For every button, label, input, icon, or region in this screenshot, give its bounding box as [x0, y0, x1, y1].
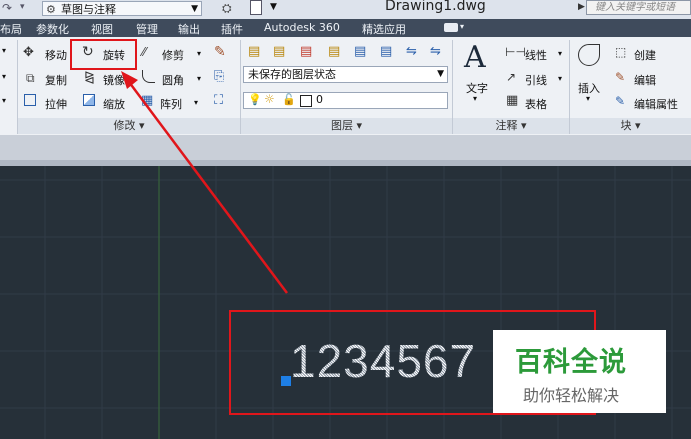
dropdown-arrow-icon[interactable]: ▾ [2, 96, 6, 105]
stretch-button[interactable]: 拉伸 [45, 96, 67, 112]
trim-icon: ⁄⁄ [142, 45, 147, 59]
layer-icon[interactable] [250, 0, 262, 15]
workspace-select[interactable]: ⚙ 草图与注释 ▼ [42, 1, 202, 16]
dropdown-arrow-icon[interactable]: ▾ [2, 72, 6, 81]
tab-autodesk-360[interactable]: Autodesk 360 [264, 21, 340, 34]
copy-button[interactable]: 复制 [45, 72, 67, 88]
tab-manage[interactable]: 管理 [136, 21, 158, 37]
redo-icon[interactable]: ↷ [2, 1, 12, 15]
gear-icon: ⚙ [46, 3, 56, 16]
explode-icon[interactable]: ⎘ [214, 69, 224, 84]
insert-block-icon [578, 44, 600, 66]
layer-name: 0 [316, 93, 323, 106]
move-button[interactable]: 移动 [45, 47, 67, 63]
tab-featured-apps[interactable]: 精选应用 [362, 21, 406, 37]
linear-dimension-icon: ⊢⊣ [505, 45, 526, 59]
highlight-box-rotate [70, 39, 137, 70]
ribbon-tabs: 布局 参数化 视图 管理 输出 插件 Autodesk 360 精选应用 ▾ [0, 19, 691, 37]
workspace-settings-icon[interactable]: ⛭ [222, 1, 232, 16]
dropdown-arrow-icon[interactable]: ▾ [20, 2, 25, 12]
array-icon: ▦ [141, 93, 154, 108]
layer-off-icon[interactable]: ▤ [300, 44, 312, 59]
create-block-icon: ⬚ [615, 45, 627, 59]
lightbulb-icon: 💡 [248, 93, 262, 106]
watermark-title: 百科全说 [515, 347, 627, 378]
dropdown-arrow-icon[interactable]: ▾ [2, 46, 6, 55]
layers-panel-title[interactable]: 图层 ▾ [241, 118, 452, 134]
layer-select[interactable]: 💡 ☼ 🔓 0 [243, 92, 448, 109]
layer-color-swatch [300, 95, 312, 107]
layer-isolate-icon[interactable]: ▤ [328, 44, 340, 59]
edit-attributes-button[interactable]: 编辑属性 [634, 96, 678, 112]
dropdown-arrow-icon[interactable]: ▾ [586, 94, 590, 103]
layer-properties-icon[interactable]: ▤ [248, 44, 260, 59]
copy-icon: ⧉ [26, 71, 35, 85]
modify-panel-title[interactable]: 修改 ▾ [18, 118, 240, 134]
watermark: 百科全说 助你轻松解决 [493, 330, 666, 413]
edit-attributes-icon: ✎ [615, 94, 626, 108]
erase-icon[interactable]: ✎ [214, 44, 226, 60]
scale-icon [83, 94, 95, 106]
quick-access-dropdown-icon[interactable]: ▼ [270, 2, 277, 12]
layer-state-select[interactable]: 未保存的图层状态 ▼ [243, 66, 448, 83]
layer-lock-icon[interactable]: ▤ [380, 44, 392, 59]
leader-button[interactable]: 引线 [525, 72, 547, 88]
edit-block-icon: ✎ [615, 70, 626, 84]
stretch-icon [24, 94, 36, 106]
search-arrow-icon[interactable]: ▶ [578, 2, 585, 12]
layer-freeze-icon[interactable]: ▤ [354, 44, 366, 59]
layer-state-icon[interactable]: ▤ [273, 44, 285, 59]
scale-button[interactable]: 缩放 [103, 96, 125, 112]
edit-button[interactable]: 编辑 [634, 72, 656, 88]
title-bar: ↷ ▾ ⚙ 草图与注释 ▼ ⛭ ▼ Drawing1.dwg ▶ 键入关键字或短… [0, 0, 691, 20]
tab-options-icon[interactable]: ▾ [460, 22, 464, 31]
watermark-subtitle: 助你轻松解决 [523, 386, 620, 405]
text-icon: A [464, 40, 486, 75]
block-panel-title[interactable]: 块 ▾ [570, 118, 691, 134]
trim-button[interactable]: 修剪 [162, 47, 184, 63]
dropdown-arrow-icon[interactable]: ▾ [558, 49, 562, 58]
array-button[interactable]: 阵列 [160, 96, 182, 112]
linear-button[interactable]: 线性 [525, 47, 547, 63]
layer-previous-icon[interactable]: ⇋ [430, 44, 441, 59]
mirror-button[interactable]: 镜像 [103, 72, 125, 88]
create-button[interactable]: 创建 [634, 47, 656, 63]
fillet-button[interactable]: 圆角 [162, 72, 184, 88]
annotation-panel-title[interactable]: 注释 ▾ [453, 118, 569, 134]
sun-icon: ☼ [264, 92, 275, 106]
search-input[interactable]: 键入关键字或短语 [586, 0, 691, 15]
mirror-icon: ⧎ [84, 70, 95, 85]
table-button[interactable]: 表格 [525, 96, 547, 112]
tab-view[interactable]: 视图 [91, 21, 113, 37]
dropdown-arrow-icon[interactable]: ▾ [473, 94, 477, 103]
dropdown-arrow-icon[interactable]: ▾ [197, 74, 201, 83]
fillet-icon [142, 70, 155, 83]
tab-parametric[interactable]: 参数化 [36, 21, 69, 37]
document-title: Drawing1.dwg [385, 0, 486, 14]
chevron-down-icon: ▼ [437, 69, 444, 79]
offset-icon[interactable]: ⛶ [214, 93, 223, 108]
video-icon[interactable] [444, 23, 458, 32]
layer-match-icon[interactable]: ⇋ [406, 44, 417, 59]
unlock-icon: 🔓 [282, 93, 296, 106]
chevron-down-icon: ▼ [191, 4, 198, 14]
move-icon: ✥ [23, 45, 34, 60]
dropdown-arrow-icon[interactable]: ▾ [558, 74, 562, 83]
dropdown-arrow-icon[interactable]: ▾ [197, 49, 201, 58]
tab-plugins[interactable]: 插件 [221, 21, 243, 37]
tab-output[interactable]: 输出 [178, 21, 200, 37]
leader-icon: ↗ [506, 70, 517, 84]
table-icon: ▦ [506, 93, 519, 108]
dropdown-arrow-icon[interactable]: ▾ [194, 98, 198, 107]
tab-layout[interactable]: 布局 [0, 21, 22, 37]
